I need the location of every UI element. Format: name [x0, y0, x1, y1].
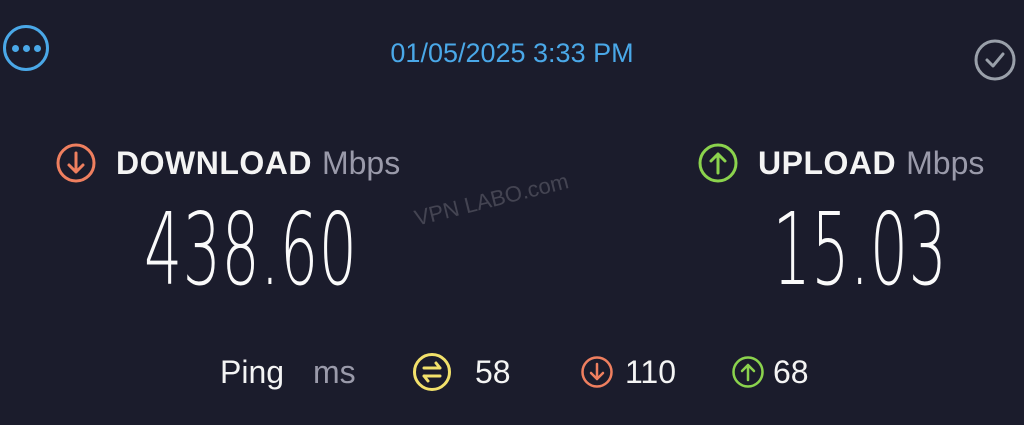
upload-header: UPLOAD Mbps [697, 142, 984, 184]
upload-label: UPLOAD [758, 144, 897, 181]
check-circle-icon[interactable] [973, 38, 1017, 82]
download-unit: Mbps [321, 144, 401, 181]
ping-upload-value: 68 [773, 354, 809, 390]
ping-download-icon [581, 356, 613, 388]
ping-download-value: 110 [625, 354, 677, 390]
download-speed-value: 438.60 [144, 191, 358, 308]
arrow-up-circle-icon [698, 143, 738, 183]
ping-row: Ping ms 58 110 68 [0, 351, 1024, 395]
ping-idle-icon [413, 353, 451, 391]
watermark: VPN LABO.com [411, 168, 571, 231]
upload-unit: Mbps [906, 144, 985, 181]
ping-idle-value: 58 [475, 354, 511, 390]
ping-unit: ms [313, 354, 356, 390]
upload-speed-value: 15.03 [772, 191, 948, 308]
download-label: DOWNLOAD [116, 144, 312, 181]
ping-upload-icon [732, 356, 764, 388]
ping-label: Ping [220, 354, 285, 390]
download-header: DOWNLOAD Mbps [55, 142, 400, 184]
test-timestamp: 01/05/2025 3:33 PM [390, 38, 634, 68]
arrow-down-circle-icon [56, 143, 96, 183]
